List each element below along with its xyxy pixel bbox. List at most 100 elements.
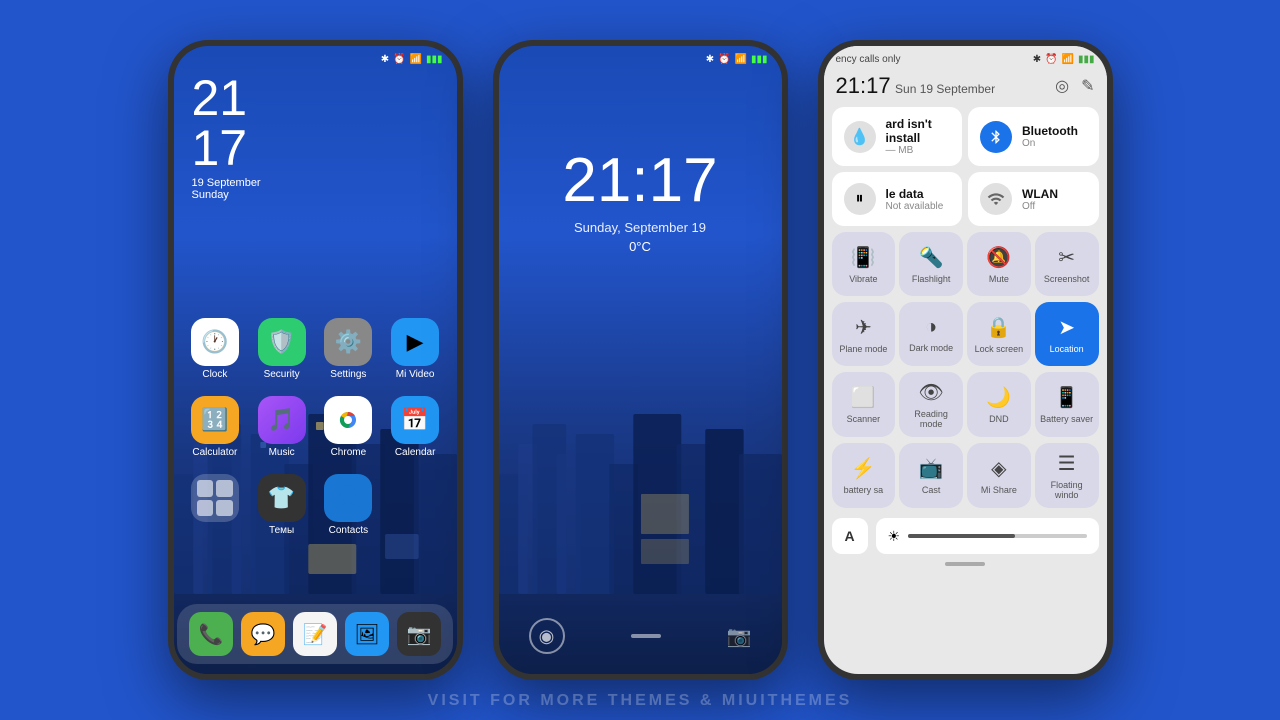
lock-temp: 0°C bbox=[499, 239, 782, 254]
tile-location[interactable]: ➤ Location bbox=[1035, 302, 1099, 366]
alarm-icon-2: ⏰ bbox=[718, 54, 730, 65]
control-header: 21:17 Sun 19 September ◎ ✎ bbox=[824, 69, 1107, 107]
tile-mute[interactable]: 🔕 Mute bbox=[967, 232, 1031, 296]
dock-gallery[interactable]: 🖼 bbox=[345, 612, 389, 656]
clock-icon[interactable]: 🕐 bbox=[191, 318, 239, 366]
lock-date: Sunday, September 19 bbox=[499, 220, 782, 235]
tile-flashlight[interactable]: 🔦 Flashlight bbox=[899, 232, 963, 296]
app-music[interactable]: 🎵 Music bbox=[252, 396, 311, 458]
tile-float-window[interactable]: ☰ Floating windo bbox=[1035, 443, 1099, 508]
control-date: Sun 19 September bbox=[895, 82, 995, 96]
app-settings[interactable]: ⚙️ Settings bbox=[319, 318, 378, 380]
contacts-icon[interactable]: 👤 bbox=[324, 474, 372, 522]
music-icon[interactable]: 🎵 bbox=[258, 396, 306, 444]
mobile-data-icon: ⏸ bbox=[844, 183, 876, 215]
bluetooth-tile-text: Bluetooth On bbox=[1022, 124, 1078, 149]
chrome-icon[interactable] bbox=[324, 396, 372, 444]
app-security[interactable]: 🛡️ Security bbox=[252, 318, 311, 380]
bottom-controls: A ☀ bbox=[824, 514, 1107, 558]
home-date-line2: Sunday bbox=[192, 189, 439, 201]
dock-camera[interactable]: 📷 bbox=[397, 612, 441, 656]
screenshot-icon: ✂ bbox=[1058, 245, 1075, 270]
icon-grid-row1: 📳 Vibrate 🔦 Flashlight 🔕 Mute ✂ Screensh… bbox=[824, 232, 1107, 302]
phone-1-screen: ✱ ⏰ 📶 ▮▮▮ 21 17 19 September Sunday bbox=[174, 46, 457, 674]
tile-mi-share[interactable]: ◈ Mi Share bbox=[967, 443, 1031, 508]
app-contacts[interactable]: 👤 Contacts bbox=[319, 474, 378, 536]
calendar-icon[interactable]: 📅 bbox=[391, 396, 439, 444]
tile-cast[interactable]: 📺 Cast bbox=[899, 443, 963, 508]
app-calendar-label: Calendar bbox=[395, 447, 436, 458]
app-folder[interactable] bbox=[186, 474, 245, 536]
fingerprint-button[interactable]: ◉ bbox=[529, 618, 565, 654]
app-calendar[interactable]: 📅 Calendar bbox=[386, 396, 445, 458]
app-themes[interactable]: 👕 Темы bbox=[252, 474, 311, 536]
mi-share-icon: ◈ bbox=[991, 456, 1006, 481]
scanner-label: Scanner bbox=[847, 414, 881, 424]
app-security-label: Security bbox=[264, 369, 300, 380]
dock-messages[interactable]: 💬 bbox=[241, 612, 285, 656]
battery-saver-label: Battery saver bbox=[1040, 414, 1093, 424]
signal-icon-2: 📶 bbox=[735, 54, 747, 65]
phone-3: ency calls only ✱ ⏰ 📶 ▮▮▮ 21:17 Sun 19 S… bbox=[818, 40, 1113, 680]
bluetooth-tile-icon bbox=[980, 121, 1012, 153]
lock-bottom-bar: ◉ 📷 bbox=[499, 618, 782, 654]
lock-time: 21:17 bbox=[499, 65, 782, 216]
security-icon[interactable]: 🛡️ bbox=[258, 318, 306, 366]
float-window-label: Floating windo bbox=[1039, 480, 1095, 500]
battery-sa-icon: ⚡ bbox=[851, 456, 876, 481]
app-calculator[interactable]: 🔢 Calculator bbox=[186, 396, 245, 458]
cast-label: Cast bbox=[922, 485, 941, 495]
themes-icon[interactable]: 👕 bbox=[258, 474, 306, 522]
plane-label: Plane mode bbox=[839, 344, 887, 354]
app-music-label: Music bbox=[269, 447, 295, 458]
tile-bluetooth[interactable]: Bluetooth On bbox=[968, 107, 1099, 166]
folder-icon[interactable] bbox=[191, 474, 239, 522]
calculator-icon[interactable]: 🔢 bbox=[191, 396, 239, 444]
dnd-icon: 🌙 bbox=[986, 385, 1011, 410]
app-row-1: 🕐 Clock 🛡️ Security ⚙️ Settings ▶ Mi Vid… bbox=[174, 310, 457, 388]
tile-plane-mode[interactable]: ✈ Plane mode bbox=[832, 302, 896, 366]
tile-battery-saver[interactable]: 📱 Battery saver bbox=[1035, 372, 1099, 437]
tile-sd-card[interactable]: 💧 ard isn't install — MB bbox=[832, 107, 963, 166]
phone-1: ✱ ⏰ 📶 ▮▮▮ 21 17 19 September Sunday bbox=[168, 40, 463, 680]
location-header-icon[interactable]: ◎ bbox=[1055, 76, 1069, 96]
lock-camera-button[interactable]: 📷 bbox=[727, 624, 752, 649]
tile-lock-screen[interactable]: 🔒 Lock screen bbox=[967, 302, 1031, 366]
dock-phone[interactable]: 📞 bbox=[189, 612, 233, 656]
tile-wlan[interactable]: WLAN Off bbox=[968, 172, 1099, 226]
flashlight-icon: 🔦 bbox=[919, 245, 944, 270]
quick-tiles: 💧 ard isn't install — MB Bluetooth On bbox=[824, 107, 1107, 232]
tile-scanner[interactable]: ⬜ Scanner bbox=[832, 372, 896, 437]
bluetooth-icon-2: ✱ bbox=[706, 54, 714, 65]
dark-mode-label: Dark mode bbox=[909, 343, 953, 353]
control-time-block: 21:17 Sun 19 September bbox=[836, 73, 996, 99]
dnd-label: DND bbox=[989, 414, 1009, 424]
tile-screenshot[interactable]: ✂ Screenshot bbox=[1035, 232, 1099, 296]
tile-vibrate[interactable]: 📳 Vibrate bbox=[832, 232, 896, 296]
ctrl-bt-icon: ✱ bbox=[1033, 54, 1041, 65]
tile-battery-sa[interactable]: ⚡ battery sa bbox=[832, 443, 896, 508]
mivideo-icon[interactable]: ▶ bbox=[391, 318, 439, 366]
tile-reading-mode[interactable]: 👁 Reading mode bbox=[899, 372, 963, 437]
tile-mobile-data[interactable]: ⏸ le data Not available bbox=[832, 172, 963, 226]
tile-dark-mode[interactable]: ◑ Dark mode bbox=[899, 302, 963, 366]
app-mivideo[interactable]: ▶ Mi Video bbox=[386, 318, 445, 380]
vibrate-label: Vibrate bbox=[849, 274, 877, 284]
mi-share-label: Mi Share bbox=[981, 485, 1017, 495]
app-clock-label: Clock bbox=[202, 369, 227, 380]
edit-header-icon[interactable]: ✎ bbox=[1081, 76, 1094, 96]
app-chrome[interactable]: Chrome bbox=[319, 396, 378, 458]
dock-notes[interactable]: 📝 bbox=[293, 612, 337, 656]
home-hour: 21 bbox=[192, 73, 439, 123]
phone-2: ✱ ⏰ 📶 ▮▮▮ 21:17 Sunday, September 19 0°C bbox=[493, 40, 788, 680]
brightness-slider[interactable]: ☀ bbox=[876, 518, 1099, 554]
text-size-button[interactable]: A bbox=[832, 518, 868, 554]
phone-2-screen: ✱ ⏰ 📶 ▮▮▮ 21:17 Sunday, September 19 0°C bbox=[499, 46, 782, 674]
settings-icon[interactable]: ⚙️ bbox=[324, 318, 372, 366]
app-clock[interactable]: 🕐 Clock bbox=[186, 318, 245, 380]
tile-dnd[interactable]: 🌙 DND bbox=[967, 372, 1031, 437]
bluetooth-icon: ✱ bbox=[381, 54, 389, 65]
app-themes-label: Темы bbox=[269, 525, 294, 536]
sd-card-icon: 💧 bbox=[844, 121, 876, 153]
control-screen: ency calls only ✱ ⏰ 📶 ▮▮▮ 21:17 Sun 19 S… bbox=[824, 46, 1107, 674]
